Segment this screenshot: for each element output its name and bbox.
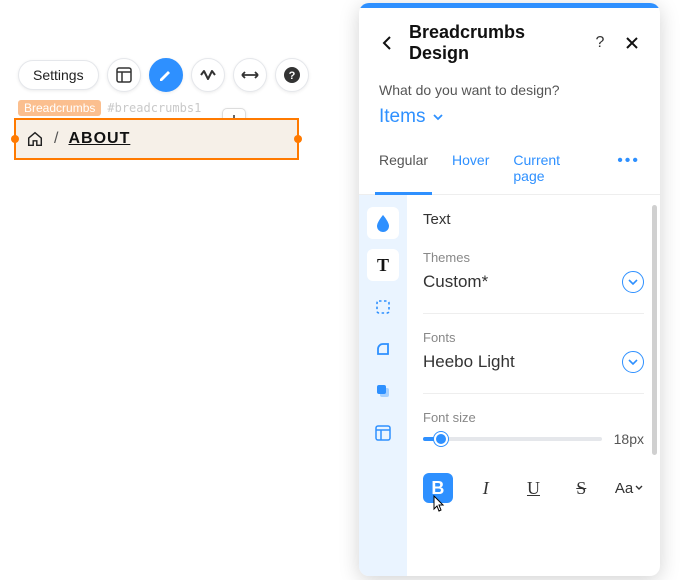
element-type-tag: Breadcrumbs: [18, 100, 101, 116]
fonts-label: Fonts: [423, 330, 644, 345]
italic-button[interactable]: I: [471, 473, 501, 503]
section-title: Text: [423, 211, 644, 228]
themes-label: Themes: [423, 250, 644, 265]
tab-current-page[interactable]: Current page: [513, 142, 593, 194]
state-tabs: Regular Hover Current page •••: [359, 142, 660, 195]
category-shadow-icon[interactable]: [367, 375, 399, 407]
textcase-button[interactable]: Aa: [614, 473, 644, 503]
fontsize-label: Font size: [423, 410, 644, 425]
design-target-dropdown[interactable]: Items: [379, 106, 640, 128]
animation-icon[interactable]: [191, 58, 225, 92]
bold-button[interactable]: B: [423, 473, 453, 503]
home-icon: [26, 130, 44, 148]
chevron-down-icon: [622, 271, 644, 293]
breadcrumb-current: ABOUT: [68, 130, 130, 148]
chevron-down-icon: [622, 351, 644, 373]
layout-icon[interactable]: [107, 58, 141, 92]
design-question: What do you want to design?: [379, 82, 640, 98]
close-icon[interactable]: [622, 36, 642, 50]
category-spacing-icon[interactable]: [367, 417, 399, 449]
stretch-icon[interactable]: [233, 58, 267, 92]
element-id-tag: #breadcrumbs1: [107, 101, 201, 115]
design-target-value: Items: [379, 106, 425, 128]
panel-title: Breadcrumbs Design: [409, 22, 578, 64]
context-toolbar: Settings ?: [18, 58, 309, 92]
strikethrough-button[interactable]: S: [566, 473, 596, 503]
chevron-down-icon: [433, 114, 443, 121]
underline-button[interactable]: U: [519, 473, 549, 503]
tabs-more-icon[interactable]: •••: [617, 142, 640, 194]
divider: [423, 313, 644, 314]
tab-hover[interactable]: Hover: [452, 142, 489, 194]
design-icon[interactable]: [149, 58, 183, 92]
fonts-value: Heebo Light: [423, 352, 515, 372]
settings-button[interactable]: Settings: [18, 60, 99, 90]
category-fill-icon[interactable]: [367, 207, 399, 239]
themes-value: Custom*: [423, 272, 488, 292]
tab-regular[interactable]: Regular: [379, 142, 428, 194]
fontsize-value: 18px: [614, 431, 644, 447]
category-corner-icon[interactable]: [367, 333, 399, 365]
breadcrumb-separator: /: [54, 130, 58, 148]
category-border-icon[interactable]: [367, 291, 399, 323]
fontsize-slider[interactable]: [423, 437, 602, 441]
chevron-down-icon: [635, 485, 643, 491]
panel-help-icon[interactable]: ?: [590, 34, 610, 52]
text-settings: Text Themes Custom* Fonts Heebo Light Fo…: [407, 195, 660, 576]
back-button[interactable]: [377, 35, 397, 51]
design-panel: Breadcrumbs Design ? What do you want to…: [359, 3, 660, 576]
slider-thumb[interactable]: [434, 432, 448, 446]
divider: [423, 393, 644, 394]
scrollbar[interactable]: [652, 205, 657, 455]
help-icon[interactable]: ?: [275, 58, 309, 92]
fonts-dropdown[interactable]: Heebo Light: [423, 351, 644, 373]
themes-dropdown[interactable]: Custom*: [423, 271, 644, 293]
breadcrumb-component[interactable]: / ABOUT: [14, 118, 299, 160]
element-tags: Breadcrumbs #breadcrumbs1: [18, 100, 201, 116]
svg-text:?: ?: [288, 70, 295, 82]
category-text-icon[interactable]: T: [367, 249, 399, 281]
category-tabs: T: [359, 195, 407, 576]
